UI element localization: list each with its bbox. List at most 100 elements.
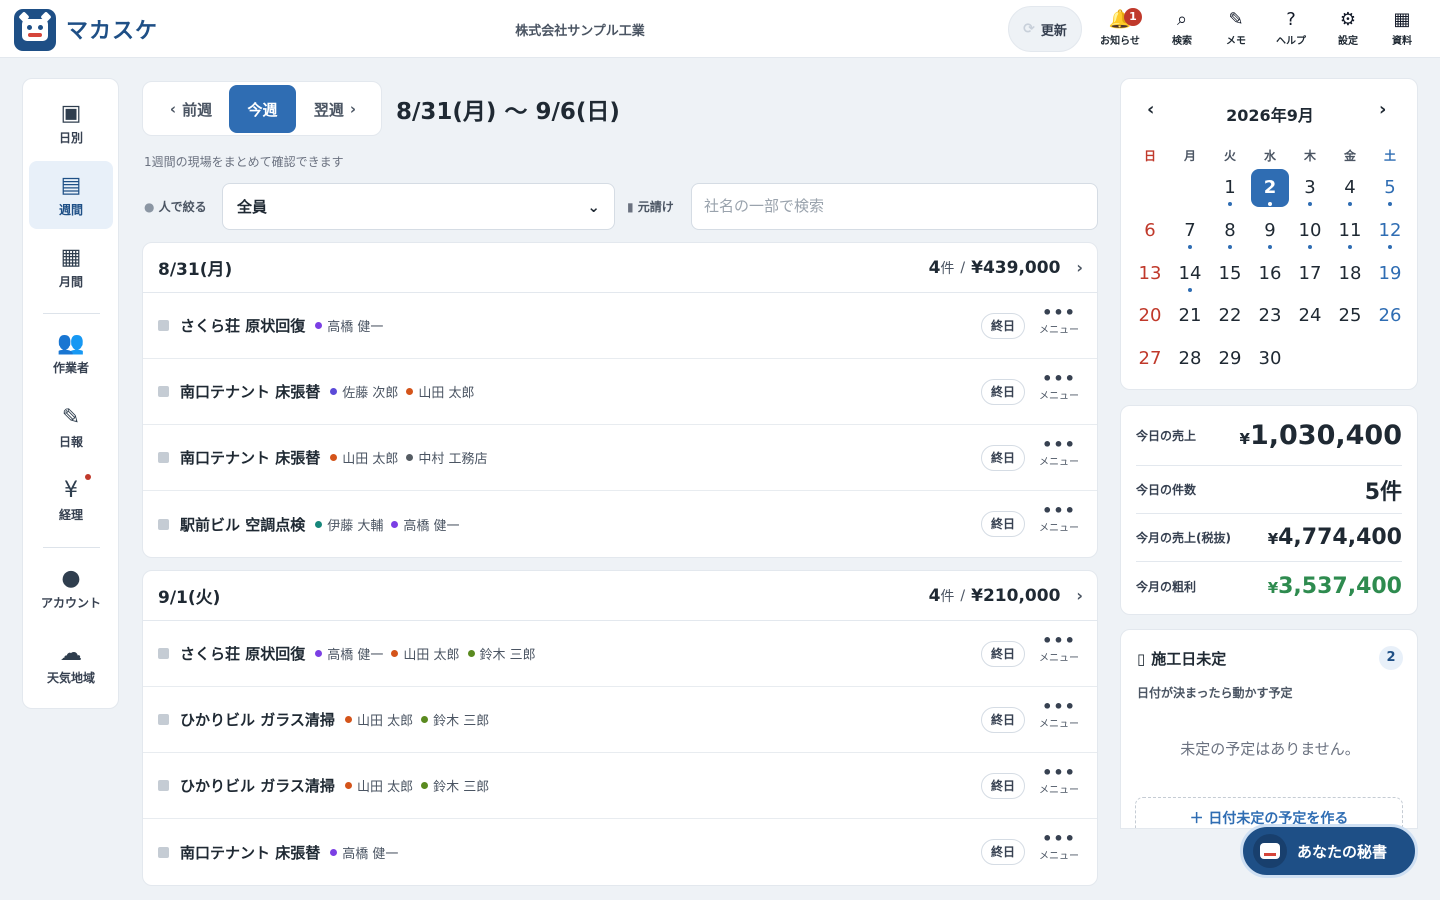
calendar-day[interactable]: 6 — [1131, 212, 1169, 250]
calendar-day[interactable]: 10 — [1291, 212, 1329, 250]
sidebar-item-yen[interactable]: ¥ 経理 — [29, 466, 113, 534]
calendar-day[interactable]: 3 — [1291, 169, 1329, 207]
calendar-day[interactable]: 17 — [1291, 255, 1329, 293]
calendar-day[interactable]: 14 — [1171, 255, 1209, 293]
notification-button[interactable]: 🔔 お知らせ 1 — [1092, 8, 1148, 52]
app-logo[interactable] — [14, 9, 56, 51]
worker-tag: 高橋 健一 — [330, 843, 398, 862]
calendar-day[interactable]: 7 — [1171, 212, 1209, 250]
calendar-month-icon: ▦ — [60, 245, 82, 270]
calendar-day[interactable]: 20 — [1131, 297, 1169, 335]
calendar-day[interactable]: 21 — [1171, 297, 1209, 335]
schedule-row[interactable]: さくら荘 原状回復 高橋 健一 終日 ••• メニュー — [143, 293, 1097, 359]
row-menu-button[interactable]: ••• メニュー — [1037, 371, 1081, 403]
sidebar-item-calendar-day[interactable]: ▣ 日別 — [29, 89, 113, 157]
schedule-row[interactable]: 南口テナント 床張替 山田 太郎 中村 工務店 終日 ••• メニュー — [143, 425, 1097, 491]
worker-color-dot — [330, 454, 338, 461]
calendar-day[interactable]: 2 — [1251, 169, 1289, 207]
current-week-button[interactable]: 今週 — [229, 85, 296, 133]
worker-tag: 高橋 健一 — [315, 644, 383, 663]
person-select-value: 全員 — [237, 198, 268, 216]
calendar-day[interactable]: 19 — [1371, 255, 1409, 293]
calendar-day[interactable]: 22 — [1211, 297, 1249, 335]
calendar-day[interactable]: 13 — [1131, 255, 1169, 293]
search-button[interactable]: ⌕ 検索 — [1154, 8, 1210, 52]
calendar-day[interactable]: 23 — [1251, 297, 1289, 335]
help-icon: ? — [1286, 9, 1296, 30]
stat-value: ¥1,030,400 — [1240, 420, 1402, 451]
calendar-day[interactable]: 25 — [1331, 297, 1369, 335]
stat-label: 今月の売上(税抜) — [1136, 531, 1231, 545]
sidebar-item-cloud[interactable]: ☁ 天気地域 — [29, 629, 113, 697]
menu-label: メニュー — [1039, 391, 1079, 402]
row-menu-button[interactable]: ••• メニュー — [1037, 305, 1081, 337]
refresh-button[interactable]: ⟳ 更新 — [1008, 6, 1082, 52]
calendar-next-month-button[interactable]: › — [1379, 99, 1386, 120]
sidebar-item-report[interactable]: ✎ 日報 — [29, 393, 113, 461]
calendar-day[interactable]: 27 — [1131, 340, 1169, 378]
next-week-button[interactable]: 翌週 › — [301, 85, 369, 133]
week-navigation: ‹ 前週 今週 翌週 › — [142, 81, 382, 136]
person-select[interactable]: 全員 ⌄ — [222, 183, 615, 230]
row-menu-button[interactable]: ••• メニュー — [1037, 699, 1081, 731]
contractor-search-input[interactable]: 社名の一部で検索 — [691, 183, 1098, 230]
calendar-day[interactable]: 12 — [1371, 212, 1409, 250]
calendar-day[interactable]: 24 — [1291, 297, 1329, 335]
calendar-day[interactable]: 16 — [1251, 255, 1289, 293]
assistant-button[interactable]: あなたの秘書 — [1240, 824, 1418, 878]
prev-week-button[interactable]: ‹ 前週 — [151, 85, 231, 133]
calendar-day[interactable]: 9 — [1251, 212, 1289, 250]
stat-number: 3,537,400 — [1278, 573, 1402, 599]
stat-number: 5件 — [1364, 479, 1402, 505]
notification-dot — [85, 474, 91, 480]
status-indicator — [158, 386, 169, 397]
worker-color-dot — [330, 848, 338, 856]
day-card: 8/31(月) 4 件 / ¥439,000 › さくら荘 原状回復 高橋 健一 終日 ••• メニ… — [142, 242, 1098, 558]
row-menu-button[interactable]: ••• メニュー — [1037, 503, 1081, 535]
status-indicator — [158, 714, 169, 725]
settings-button[interactable]: ⚙ 設定 — [1320, 8, 1376, 52]
logo-eye — [38, 25, 43, 30]
sidebar-item-calendar-month[interactable]: ▦ 月間 — [29, 233, 113, 301]
documents-button[interactable]: ▦ 資料 — [1374, 8, 1430, 52]
calendar-day[interactable]: 18 — [1331, 255, 1369, 293]
sidebar-item-label: 月間 — [58, 275, 83, 289]
sidebar-item-calendar-week[interactable]: ▤ 週間 — [29, 161, 113, 229]
row-menu-button[interactable]: ••• メニュー — [1037, 765, 1081, 797]
day-header[interactable]: 9/1(火) 4 件 / ¥210,000 › — [143, 571, 1097, 621]
schedule-row[interactable]: 駅前ビル 空調点検 伊藤 大輔 高橋 健一 終日 ••• メニュー — [143, 491, 1097, 557]
calendar-week-icon: ▤ — [60, 173, 82, 198]
stat-number: 4,774,400 — [1278, 525, 1402, 550]
logo-eye — [27, 25, 32, 30]
calendar-day[interactable]: 11 — [1331, 212, 1369, 250]
row-menu-button[interactable]: ••• メニュー — [1037, 437, 1081, 469]
worker-name: 鈴木 三郎 — [433, 780, 490, 795]
calendar-day[interactable]: 26 — [1371, 297, 1409, 335]
calendar-day[interactable]: 8 — [1211, 212, 1249, 250]
worker-color-dot — [315, 520, 323, 528]
event-dot — [1388, 202, 1392, 206]
day-header[interactable]: 8/31(月) 4 件 / ¥439,000 › — [143, 243, 1097, 293]
calendar-day[interactable]: 1 — [1211, 169, 1249, 207]
worker-name: 高橋 健一 — [327, 320, 384, 335]
calendar-day[interactable]: 29 — [1211, 340, 1249, 378]
sidebar-item-users[interactable]: 👥 作業者 — [29, 319, 113, 387]
calendar-day[interactable]: 30 — [1251, 340, 1289, 378]
calendar-day[interactable]: 5 — [1371, 169, 1409, 207]
calendar-day[interactable]: 4 — [1331, 169, 1369, 207]
help-button[interactable]: ? ヘルプ — [1263, 8, 1319, 52]
worker-name: 鈴木 三郎 — [433, 714, 490, 729]
calendar-day[interactable]: 28 — [1171, 340, 1209, 378]
worker-color-dot — [330, 388, 338, 395]
memo-button[interactable]: ✎ メモ — [1208, 8, 1264, 52]
sidebar-item-account[interactable]: ● アカウント — [29, 554, 113, 622]
calendar-day[interactable]: 15 — [1211, 255, 1249, 293]
schedule-row[interactable]: さくら荘 原状回復 高橋 健一 山田 太郎 鈴木 三郎 終日 ••• メニュー — [143, 621, 1097, 687]
schedule-row[interactable]: ひかりビル ガラス清掃 山田 太郎 鈴木 三郎 終日 ••• メニュー — [143, 687, 1097, 753]
weekday-header: 土 — [1383, 149, 1396, 163]
row-menu-button[interactable]: ••• メニュー — [1037, 633, 1081, 665]
schedule-row[interactable]: 南口テナント 床張替 佐藤 次郎 山田 太郎 終日 ••• メニュー — [143, 359, 1097, 425]
schedule-row[interactable]: ひかりビル ガラス清掃 山田 太郎 鈴木 三郎 終日 ••• メニュー — [143, 753, 1097, 819]
row-menu-button[interactable]: ••• メニュー — [1037, 831, 1081, 863]
schedule-row[interactable]: 南口テナント 床張替 高橋 健一 終日 ••• メニュー — [143, 819, 1097, 885]
